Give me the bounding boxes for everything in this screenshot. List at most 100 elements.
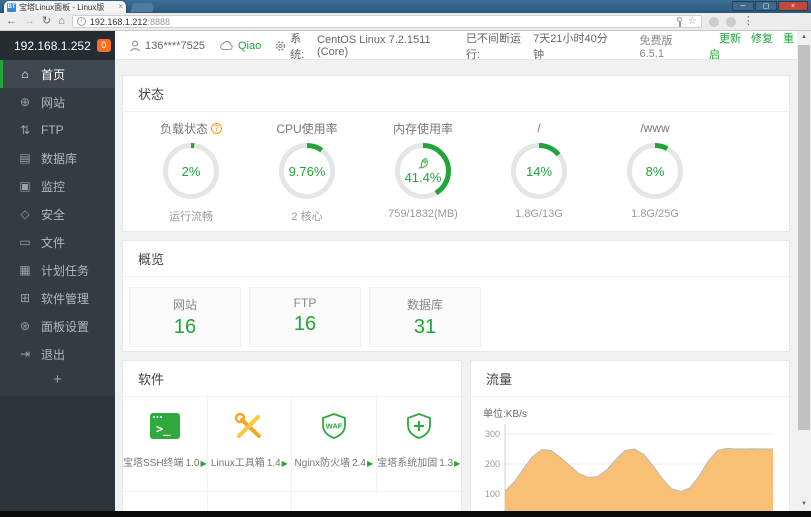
gauge-label: / [537, 121, 541, 135]
overview-label: 网站 [172, 298, 197, 312]
page-info-icon[interactable]: i [76, 17, 86, 26]
overview-title: 概览 [123, 241, 789, 277]
overview-card: 概览 网站 16 FTP 16 数据库 31 [122, 240, 790, 352]
sidebar-item-settings[interactable]: ⊛ 面板设置 [0, 312, 115, 340]
extension-icon[interactable] [725, 16, 736, 27]
svg-text:WAF: WAF [325, 422, 342, 431]
logout-icon: ⇥ [19, 347, 31, 361]
sidebar-item-sites[interactable]: ⊕ 网站 [0, 88, 115, 116]
system-value: CentOS Linux 7.2.1511 (Core) [317, 33, 431, 58]
sidebar-item-label: 退出 [41, 347, 66, 362]
new-tab-button[interactable] [130, 3, 156, 12]
url-text[interactable]: 192.168.1.212:8888 [90, 17, 672, 27]
panel-header-right: 136****7525 Qiao 系统: CentOS Linux 7.2.15… [115, 31, 811, 61]
tab-close-icon[interactable]: × [118, 3, 123, 11]
sidebar-item-logout[interactable]: ⇥ 退出 [0, 340, 115, 368]
traffic-card: 流量 单位:KB/s 300 200 100 [470, 360, 790, 511]
scroll-down-icon[interactable]: ▼ [797, 498, 811, 511]
sidebar-item-software[interactable]: ⊞ 软件管理 [0, 284, 115, 312]
shield-icon: ◇ [20, 207, 30, 221]
rocket-icon [418, 157, 428, 169]
page-scrollbar[interactable]: ▲ ▼ [797, 31, 811, 511]
sidebar-item-home[interactable]: ⌂ 首页 [0, 60, 115, 88]
sidebar-item-files[interactable]: ▭ 文件 [0, 228, 115, 256]
tab-title: 宝塔Linux面板 - Linux版 [19, 2, 105, 12]
scroll-up-icon[interactable]: ▲ [797, 31, 811, 44]
sidebar-item-label: 文件 [41, 235, 66, 250]
overview-count: 16 [293, 313, 317, 335]
message-badge[interactable]: 0 [96, 39, 111, 52]
server-ip-block[interactable]: 192.168.1.252 0 [0, 31, 115, 60]
help-icon[interactable]: ? [211, 122, 222, 134]
sidebar-item-security[interactable]: ◇ 安全 [0, 200, 115, 228]
gauge-disk-root: / 14% 1.8G/13G [481, 120, 597, 224]
apps-icon: ⊞ [19, 291, 31, 305]
tools-icon [233, 412, 265, 445]
sidebar-item-ftp[interactable]: ⇅ FTP [0, 116, 115, 144]
update-link[interactable]: 更新 [719, 33, 741, 45]
software-item-ssh-terminal[interactable]: >_ 宝塔SSH终端 1.0▶ [123, 397, 208, 492]
software-item-label: Nginx防火墙 2.4▶ [294, 458, 374, 469]
website-icon: ⊕ [19, 95, 31, 109]
sidebar-item-database[interactable]: ▤ 数据库 [0, 144, 115, 172]
overview-label: 数据库 [406, 298, 443, 312]
bt-favicon-icon: BT [7, 2, 16, 12]
software-item-linux-tools[interactable]: Linux工具箱 1.4▶ [207, 397, 293, 492]
gear-icon: ⊛ [19, 319, 31, 333]
uptime-label: 已不间断运行: [466, 32, 521, 61]
gauge-sub-text: 运行流畅 [169, 211, 213, 223]
software-item-sys-harden[interactable]: 宝塔系统加固 1.3▶ [376, 397, 461, 492]
gauge-sub-text: 1.8G/13G [515, 208, 563, 220]
calendar-icon: ▦ [19, 263, 31, 277]
sidebar-item-cron[interactable]: ▦ 计划任务 [0, 256, 115, 284]
software-item-label: 宝塔SSH终端 1.0▶ [123, 458, 207, 469]
sidebar: ⌂ 首页 ⊕ 网站 ⇅ FTP ▤ 数据库 ▣ 监控 ◇ 安全 ▭ 文件 ▦ 计划任务 ⊞ 软件管理 ⊛ 面板设置 ⇥ 退… [0, 60, 115, 511]
sidebar-item-label: 数据库 [41, 151, 78, 166]
software-item-nginx-waf[interactable]: WAF Nginx防火墙 2.4▶ [292, 397, 377, 492]
sidebar-item-label: 安全 [41, 207, 66, 222]
account-item[interactable]: 136****7525 [129, 40, 205, 52]
software-item-server-soft[interactable] [208, 492, 293, 511]
key-icon[interactable] [676, 16, 684, 27]
back-button[interactable]: ← [6, 16, 17, 27]
sidebar-item-label: 面板设置 [41, 319, 90, 334]
sidebar-item-label: 软件管理 [41, 291, 90, 306]
sidebar-item-monitor[interactable]: ▣ 监控 [0, 172, 115, 200]
reload-button[interactable]: ↻ [42, 16, 51, 27]
ftp-icon: ⇅ [19, 123, 31, 137]
server-ip: 192.168.1.252 [14, 38, 91, 53]
gauge-ring: 41.4% [394, 142, 452, 200]
system-label: 系统: [290, 32, 305, 61]
extension-icon[interactable] [708, 16, 719, 27]
svg-text:200: 200 [485, 459, 500, 469]
home-button[interactable]: ⌂ [58, 16, 65, 27]
gauge-ring: 14% [510, 142, 568, 200]
overview-box-ftp[interactable]: FTP 16 [249, 287, 361, 347]
sidebar-add-button[interactable]: + [0, 368, 115, 392]
overview-box-sites[interactable]: 网站 16 [129, 287, 241, 347]
window-controls: ─ ▢ × [732, 1, 808, 11]
window-close-button[interactable]: × [778, 1, 808, 11]
overview-box-database[interactable]: 数据库 31 [369, 287, 481, 347]
address-bar[interactable]: i 192.168.1.212:8888 ☆ [71, 15, 702, 28]
svg-text:100: 100 [485, 489, 500, 499]
bookmark-star-icon[interactable]: ☆ [688, 16, 697, 27]
browser-tab[interactable]: BT 宝塔Linux面板 - Linux版 × [4, 1, 126, 13]
repair-link[interactable]: 修复 [751, 33, 773, 45]
software-item-deploy[interactable] [123, 492, 208, 511]
forward-button[interactable]: → [24, 16, 35, 27]
gauge-load: 负载状态? 2% 运行流畅 [133, 120, 249, 224]
gauge-label: 负载状态? [160, 120, 222, 136]
sidebar-item-label: FTP [41, 123, 64, 137]
panel-header: 192.168.1.252 0 136****7525 Qiao 系统: Cen… [0, 31, 811, 61]
window-maximize-button[interactable]: ▢ [755, 1, 777, 11]
gauge-value: 2% [181, 163, 201, 179]
browser-titlebar: BT 宝塔Linux面板 - Linux版 × ─ ▢ × [0, 0, 811, 13]
window-minimize-button[interactable]: ─ [732, 1, 754, 11]
browser-menu-icon[interactable]: ⋮ [743, 16, 754, 27]
scrollbar-thumb[interactable] [798, 45, 810, 430]
software-card: 软件 >_ 宝塔SSH终端 1.0▶ Linux工具箱 1.4▶ WAF Nginx防火墙 2… [122, 360, 462, 511]
svg-text:>_: >_ [156, 422, 171, 437]
gauge-sub-text: 759/1832(MB) [388, 208, 458, 220]
cloud-account-item[interactable]: Qiao [219, 40, 261, 52]
